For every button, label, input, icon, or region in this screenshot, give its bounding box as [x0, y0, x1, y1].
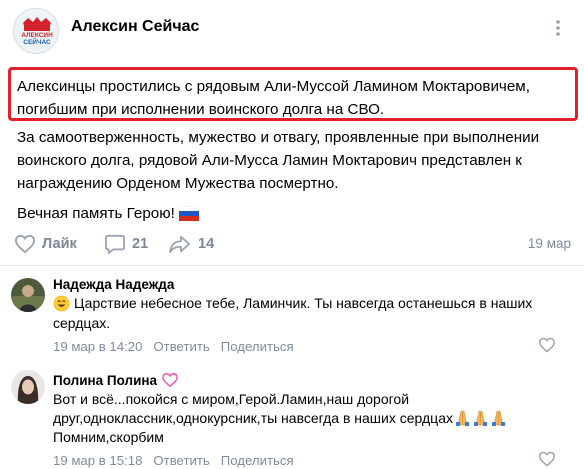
like-label: Лайк: [42, 236, 77, 252]
like-button[interactable]: Лайк: [14, 230, 77, 258]
comments-count: 21: [132, 236, 149, 252]
comment-like-icon[interactable]: [538, 337, 558, 357]
post-header: АЛЕКСИН СЕЙЧАС Алексин Сейчас: [0, 0, 584, 62]
comment-like-icon[interactable]: [538, 451, 558, 469]
group-logo: АЛЕКСИН СЕЙЧАС: [14, 9, 58, 53]
comment-meta: 19 мар в 15:18 Ответить Поделиться: [53, 453, 294, 468]
post-text-line: За самоотверженность, мужество и отвагу,…: [17, 129, 540, 146]
more-options-icon[interactable]: [546, 16, 570, 40]
smile-emoji-icon: [53, 295, 70, 312]
share-comment-button[interactable]: Поделиться: [221, 453, 294, 468]
heart-icon: [14, 234, 36, 254]
post-text-last-line: Вечная память Герою!: [17, 201, 199, 226]
post-text-line: награждению Орденом Мужества посмертно.: [17, 175, 339, 192]
heart-badge-icon: [162, 372, 178, 388]
comment-meta: 19 мар в 14:20 Ответить Поделиться: [53, 339, 294, 354]
pray-emoji-icons: [453, 409, 507, 432]
share-comment-button[interactable]: Поделиться: [221, 339, 294, 354]
russia-flag-icon: [178, 206, 199, 221]
commenter-avatar[interactable]: [11, 278, 45, 312]
comment-button[interactable]: 21: [104, 230, 148, 258]
share-button[interactable]: 14: [168, 230, 214, 258]
comment-text-line: Царствие небесное тебе, Ламинчик. Ты нав…: [53, 294, 532, 314]
shares-count: 14: [198, 236, 215, 252]
comment-icon: [105, 234, 125, 254]
comment-author[interactable]: Надежда Надежда: [53, 277, 174, 292]
logo-text-2: СЕЙЧАС: [23, 37, 51, 46]
post-text-line: Алексинцы простились с рядовым Али-Муссо…: [17, 78, 530, 95]
commenter-avatar[interactable]: [11, 370, 45, 404]
logo-text-1: АЛЕКСИН: [21, 32, 53, 39]
reply-button[interactable]: Ответить: [153, 339, 209, 354]
reply-button[interactable]: Ответить: [153, 453, 209, 468]
comment-time[interactable]: 19 мар в 14:20: [53, 339, 142, 354]
post-text-line: погибшим при исполнении воинского долга …: [17, 101, 385, 118]
group-name[interactable]: Алексин Сейчас: [71, 18, 199, 36]
group-avatar[interactable]: АЛЕКСИН СЕЙЧАС: [13, 8, 59, 54]
comment-text-line: Помним,скорбим: [53, 429, 164, 445]
comment-text: друг,одноклассник,однокурсник,ты навсегд…: [53, 410, 453, 426]
comment-text-line: Вот и всё...покойся с миром,Герой.Ламин,…: [53, 391, 410, 407]
post-date[interactable]: 19 мар: [528, 236, 571, 251]
comment-author-row: Полина Полина: [53, 372, 179, 388]
post-actions: Лайк 21 14 19 мар: [0, 230, 584, 258]
comment-text: Царствие небесное тебе, Ламинчик. Ты нав…: [74, 295, 533, 311]
share-icon: [169, 235, 190, 254]
divider: [0, 265, 584, 266]
comment-text-line: сердцах.: [53, 315, 111, 331]
comment-author[interactable]: Полина Полина: [53, 373, 157, 388]
comment-time[interactable]: 19 мар в 15:18: [53, 453, 142, 468]
post-text-line: воинского долга, рядовой Али-Мусса Ламин…: [17, 152, 522, 169]
post-text-line: Вечная память Герою!: [17, 205, 175, 222]
